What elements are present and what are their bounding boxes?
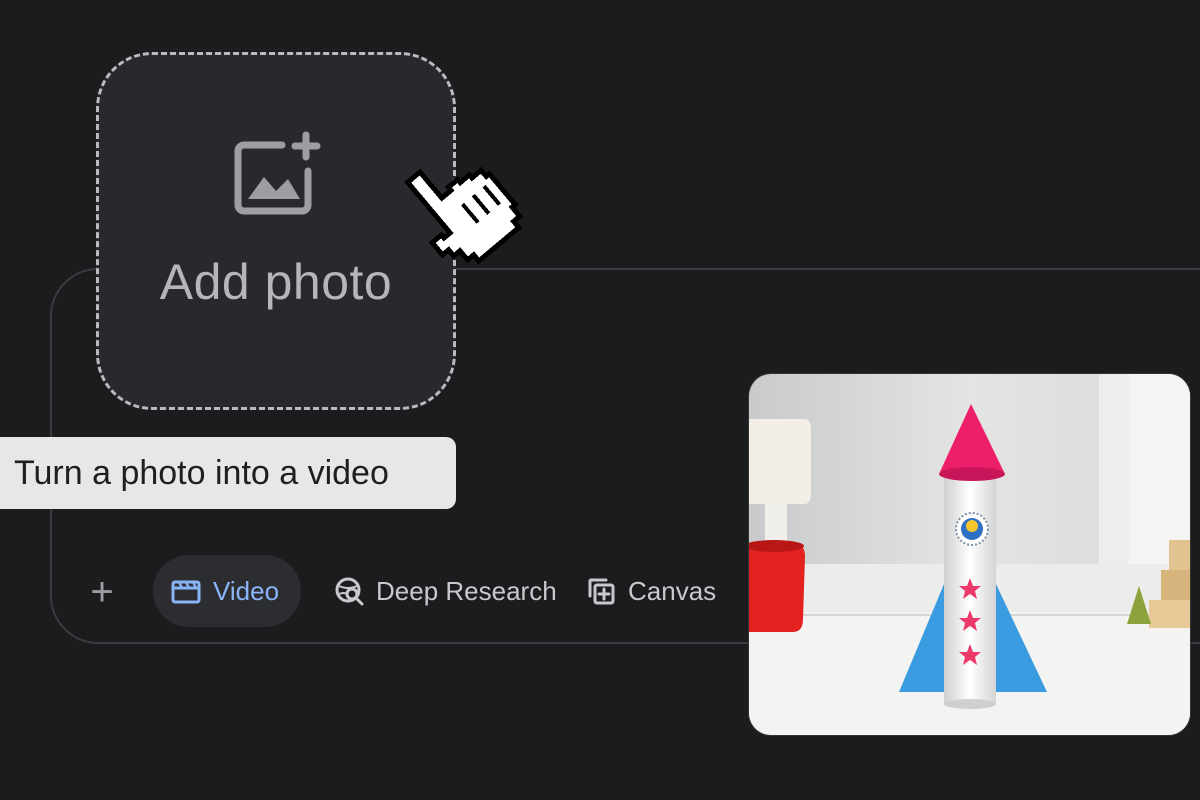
video-tool-button[interactable]: Video [153,555,301,627]
pointer-hand-cursor-icon [404,166,524,265]
deep-research-tool-button[interactable]: Deep Research [334,555,557,627]
uploaded-photo-preview[interactable] [749,374,1190,735]
deep-research-label: Deep Research [376,575,557,606]
canvas-label: Canvas [628,575,717,606]
gemini-composer-stage: Add photo Turn a photo into a video + Vi… [0,0,1200,800]
add-photo-label: Add photo [159,254,393,310]
tooltip: Turn a photo into a video [0,437,456,509]
canvas-icon [588,578,615,605]
canvas-tool-button[interactable]: Canvas [586,555,716,627]
deep-research-icon [335,577,364,606]
add-photo-icon [234,131,321,215]
video-tool-label: Video [213,575,280,606]
rocket-photo [749,374,1190,735]
add-tool-button[interactable]: + [86,570,118,614]
video-clapper-icon [171,580,201,604]
